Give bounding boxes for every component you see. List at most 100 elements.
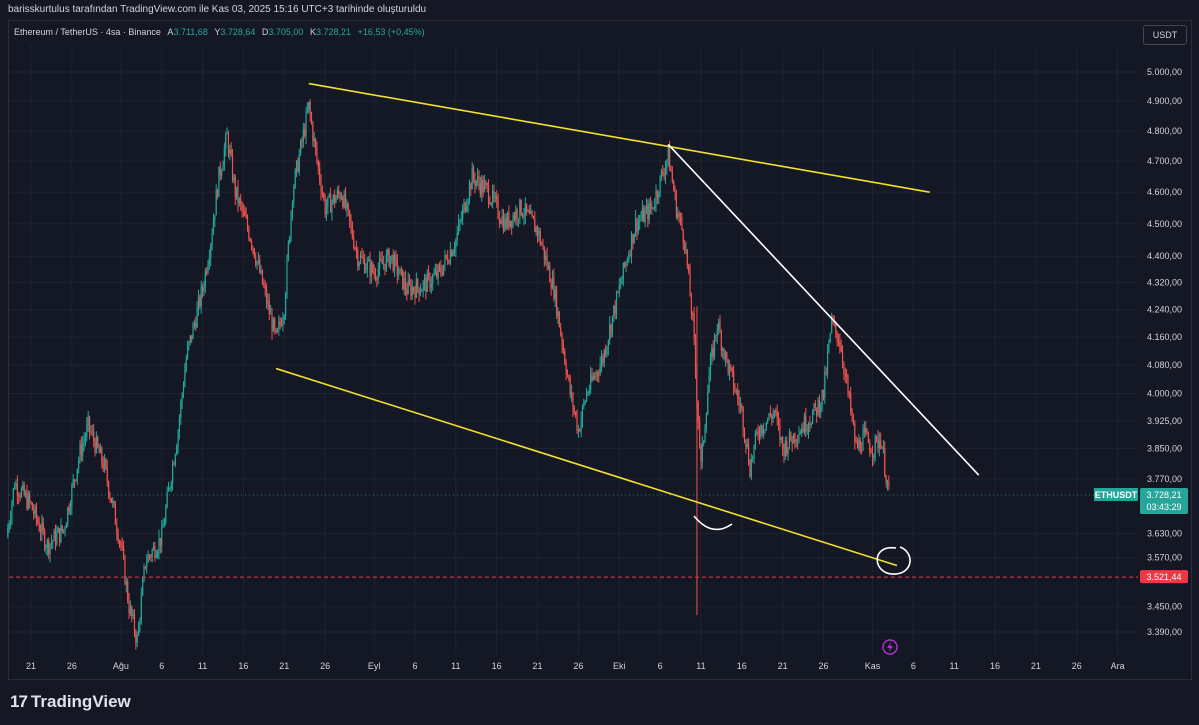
candle-body [250, 241, 253, 247]
candle-body [20, 488, 23, 497]
candle-body [196, 307, 198, 328]
candle-body [163, 522, 166, 527]
candle-body [61, 525, 63, 531]
candle-body [704, 427, 706, 442]
candle-body [259, 260, 261, 273]
candle-body [600, 356, 603, 365]
candle-body [752, 457, 754, 459]
candle-body [772, 413, 774, 419]
candle-body [417, 279, 419, 288]
candle-body [521, 214, 524, 217]
candle-body [856, 442, 859, 449]
current-price-value: 3.728,21 [1146, 490, 1181, 500]
candle-body [654, 205, 656, 209]
x-axis: 21 26 Ağu 6 11 16 21 26 Eyl 6 11 16 21 26 Eki 6 11 16 21 26… [26, 661, 1125, 671]
candle-body [441, 272, 443, 275]
candle-body [152, 546, 155, 551]
candle-body [466, 206, 468, 212]
candle-body [392, 254, 394, 271]
tradingview-logo[interactable]: 17 TradingView [10, 692, 131, 712]
candle-body [150, 556, 152, 558]
candle-body [590, 374, 592, 390]
candle-body [387, 249, 389, 255]
candle-body [15, 483, 17, 489]
candle-body [128, 600, 130, 614]
candle-body [369, 259, 371, 277]
candle-body [475, 180, 477, 186]
candle-body [489, 201, 491, 205]
candle-body [354, 247, 356, 249]
x-tick-label: 16 [238, 661, 248, 671]
candle-body [207, 264, 209, 273]
candle-body [596, 372, 599, 375]
candle-body [641, 208, 643, 219]
candle-body [652, 207, 654, 209]
candle-body [79, 444, 81, 460]
candle-body [249, 238, 251, 242]
candle-body [513, 215, 515, 220]
candle-body [407, 280, 409, 295]
candle-body [432, 275, 434, 285]
candle-body [384, 263, 386, 271]
candle-body [317, 161, 319, 168]
candle-body [54, 530, 57, 545]
candle-body [291, 202, 294, 213]
candle-body [176, 446, 178, 455]
candle-body [761, 425, 763, 433]
y-tick-label: 4.900,00 [1147, 96, 1182, 106]
candle-body [651, 207, 653, 209]
candle-body [237, 187, 239, 204]
candle-body [233, 176, 235, 181]
candle-body [406, 289, 408, 295]
hand-drawn-arc [693, 515, 733, 531]
price-chart[interactable]: 5.000,00 4.900,00 4.800,00 4.700,00 4.600,00… [0, 0, 1199, 725]
candle-body [355, 248, 358, 251]
currency-button[interactable]: USDT [1143, 25, 1187, 45]
candle-body [389, 256, 392, 267]
candle-body [500, 221, 502, 224]
candle-body [795, 440, 797, 443]
grid [9, 45, 1138, 655]
candle-body [708, 375, 710, 393]
candle-body [78, 459, 80, 469]
y-tick-label: 3.630,00 [1147, 528, 1182, 538]
candle-body [820, 405, 822, 413]
candle-body [723, 348, 725, 359]
candle-body [285, 294, 287, 317]
candle-body [425, 278, 427, 292]
candle-body [211, 234, 213, 246]
candle-body [814, 403, 816, 408]
candle-body [775, 410, 777, 412]
candle-body [531, 211, 533, 217]
candle-body [532, 216, 535, 219]
candle-body [603, 350, 605, 363]
candle-body [797, 440, 799, 442]
candle-body [813, 403, 815, 413]
candle-body [133, 614, 136, 633]
candle-body [519, 199, 521, 219]
candle-body [148, 555, 151, 557]
candle-body [728, 365, 731, 374]
symbol-title[interactable]: Ethereum / TetherUS · 4sa · Binance [14, 27, 161, 37]
candle-body [295, 160, 298, 171]
candle-body [69, 506, 72, 512]
candle-body [792, 433, 795, 444]
candle-body [267, 301, 269, 304]
candle-body [365, 269, 367, 273]
candle-body [490, 203, 492, 205]
candle-body [564, 350, 566, 364]
candle-body [353, 237, 355, 248]
candle-body [49, 543, 51, 555]
candle-body [338, 190, 340, 194]
y-tick-label: 3.770,00 [1147, 474, 1182, 484]
candle-body [880, 440, 882, 447]
y-tick-label: 4.800,00 [1147, 126, 1182, 136]
candle-body [231, 154, 234, 181]
candle-body [329, 194, 332, 213]
candle-body [620, 283, 622, 286]
candle-body [840, 346, 842, 352]
candle-body [222, 164, 224, 171]
candle-body [467, 200, 469, 207]
y-tick-label: 4.600,00 [1147, 187, 1182, 197]
candle-body [630, 234, 633, 256]
